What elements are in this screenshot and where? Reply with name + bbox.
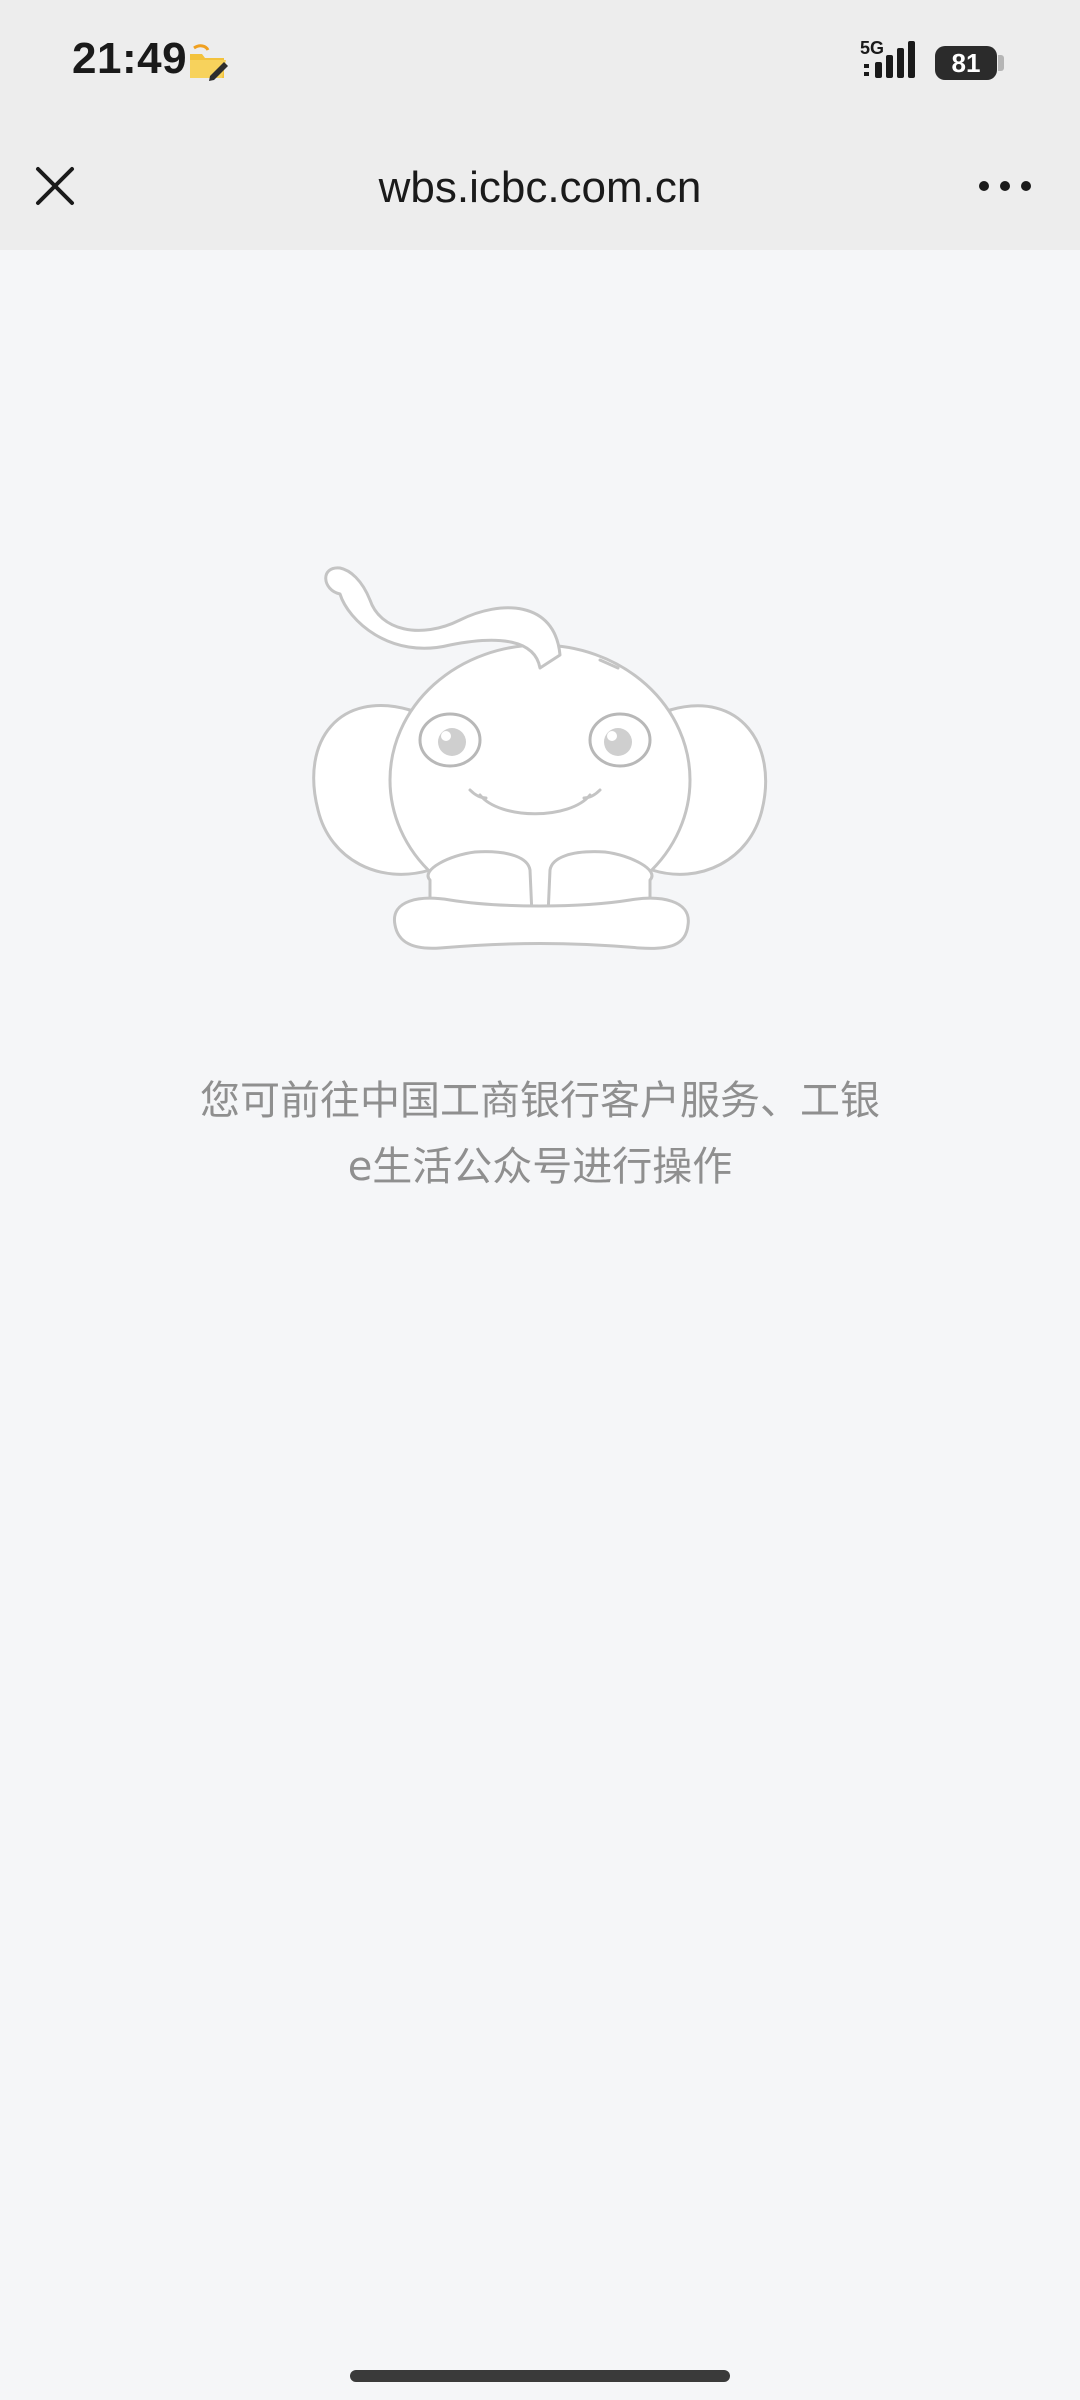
message-line-2: e生活公众号进行操作 [347, 1144, 733, 1190]
nav-bar: wbs.icbc.com.cn [0, 125, 1080, 250]
close-icon[interactable] [24, 155, 86, 217]
battery-icon: 81 [935, 46, 997, 80]
status-time: 21:49 [72, 34, 188, 83]
battery-level: 81 [951, 48, 981, 78]
battery-cap [998, 55, 1004, 71]
page-title: wbs.icbc.com.cn [378, 163, 702, 212]
status-bar: 21:49 5G 81 [0, 0, 1080, 125]
info-message: 您可前往中国工商银行客户服务、工银 e生活公众号进行操作 [150, 1068, 930, 1200]
more-dots-icon[interactable] [972, 155, 1038, 217]
home-indicator[interactable] [350, 2370, 730, 2382]
signal-indicator: 5G [860, 38, 924, 82]
edit-folder-icon [190, 44, 228, 81]
message-line-1: 您可前往中国工商银行客户服务、工银 [200, 1078, 880, 1124]
elephant-mascot-illustration [312, 566, 768, 950]
signal-bars-icon [864, 41, 915, 78]
